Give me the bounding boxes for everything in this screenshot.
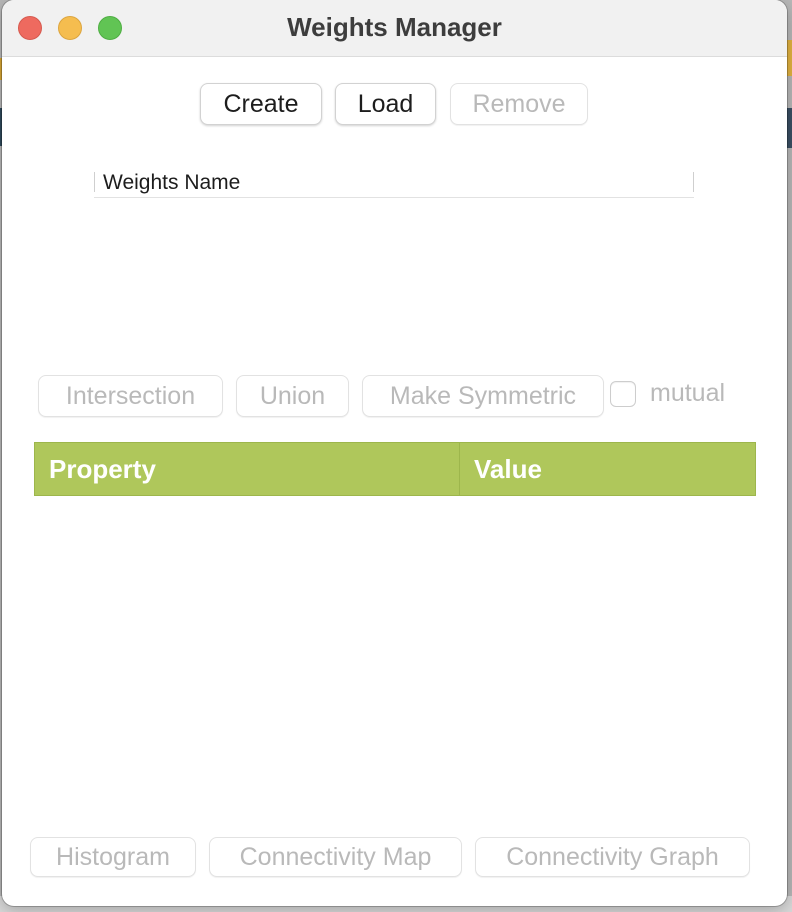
mutual-label: mutual xyxy=(650,379,726,407)
make-symmetric-button[interactable]: Make Symmetric xyxy=(362,375,604,417)
weights-manager-window: Weights Manager Create Load Remove Weigh… xyxy=(2,0,787,906)
weights-list-header[interactable]: Weights Name xyxy=(94,170,694,198)
remove-button[interactable]: Remove xyxy=(450,83,588,125)
mutual-checkbox[interactable] xyxy=(610,381,636,407)
value-column-header[interactable]: Value xyxy=(460,443,755,495)
title-bar[interactable]: Weights Manager xyxy=(2,0,787,57)
property-column-header[interactable]: Property xyxy=(35,443,460,495)
connectivity-map-button[interactable]: Connectivity Map xyxy=(209,837,462,877)
weights-name-column-label: Weights Name xyxy=(103,171,241,194)
histogram-button[interactable]: Histogram xyxy=(30,837,196,877)
column-separator xyxy=(693,172,694,192)
load-button[interactable]: Load xyxy=(335,83,436,125)
column-separator xyxy=(94,172,95,192)
intersection-button[interactable]: Intersection xyxy=(38,375,223,417)
properties-table-header: Property Value xyxy=(34,442,756,496)
window-title: Weights Manager xyxy=(287,12,502,42)
connectivity-graph-button[interactable]: Connectivity Graph xyxy=(475,837,750,877)
create-button[interactable]: Create xyxy=(200,83,322,125)
union-button[interactable]: Union xyxy=(236,375,349,417)
